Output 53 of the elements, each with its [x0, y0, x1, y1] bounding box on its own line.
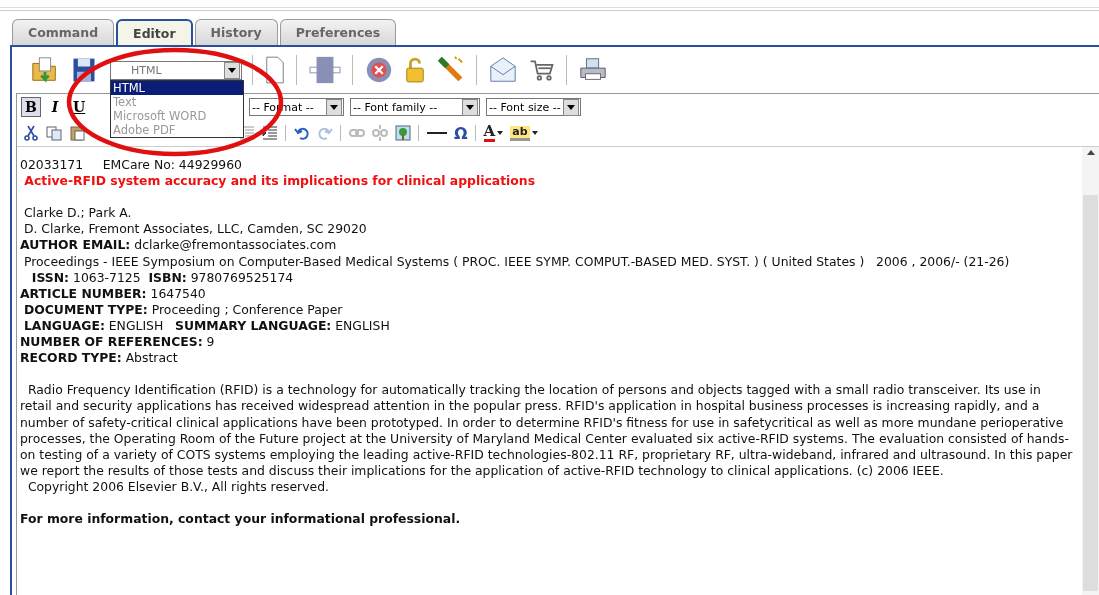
format-select[interactable]: -- Font family -- [350, 98, 480, 116]
caret-icon[interactable] [330, 104, 338, 110]
dropdown-button[interactable] [224, 61, 240, 79]
tab[interactable]: History [194, 19, 278, 45]
format-button[interactable]: U [69, 97, 89, 117]
record-text: DOCUMENT TYPE: Proceeding ; Conference Paper [22, 301, 344, 318]
scissors-icon[interactable] [23, 125, 39, 141]
mail-icon[interactable] [488, 55, 518, 85]
dropdown-button[interactable] [462, 98, 478, 116]
tab[interactable]: Editor [116, 19, 193, 45]
format-select[interactable]: -- Font size -- [486, 98, 581, 116]
record-text: Copyright 2006 Elsevier B.V., All rights reserved. [26, 478, 330, 495]
scroll-up-icon[interactable] [1086, 150, 1095, 155]
copy-icon[interactable] [46, 125, 62, 141]
record-text: NUMBER OF REFERENCES: 9 [20, 334, 216, 351]
record-text: Proceedings - IEEE Symposium on Computer-Based Medical Systems ( PROC. IEEE SYMP. COMPUT.-BASED MED. SYST. ) ( United States ) 2006 , 2006/- (21-26) [22, 253, 1011, 270]
document-type-select[interactable]: HTML [110, 60, 242, 80]
caret-icon[interactable] [531, 131, 538, 135]
indent-icon[interactable] [262, 125, 278, 141]
horizontal-rule-icon[interactable] [427, 131, 447, 135]
record-text: LANGUAGE: ENGLISH SUMMARY LANGUAGE: ENGLISH [22, 317, 391, 335]
record-text: 02033171 EMCare No: 44929960 [20, 157, 243, 174]
special-character-button[interactable]: Ω [454, 123, 468, 143]
paste-icon[interactable] [69, 125, 85, 141]
caret-icon[interactable] [228, 67, 236, 73]
record-text: D. Clarke, Fremont Associates, LLC, Camden, SC 29020 [22, 221, 368, 238]
record-text: ARTICLE NUMBER: 1647540 [20, 285, 207, 302]
image-icon[interactable] [395, 125, 411, 141]
tab[interactable]: Command [12, 19, 115, 45]
lock-icon[interactable] [404, 55, 426, 85]
format-button[interactable]: I [45, 97, 65, 117]
layout-icon[interactable] [308, 55, 342, 85]
record-text: ISSN: 1063-7125 ISBN: 9780769525174 [30, 269, 295, 286]
footer-note: For more information, contact your informational professional. [20, 511, 462, 528]
caret-icon[interactable] [567, 104, 575, 110]
record-text: Radio Frequency Identification (RFID) is a technology for automatically tracking the location of persons and objects tagged with a small radio transceiver. Its use in retail and security applications has received widespread attention in the popular press. RFID's application in hospital business processes is increasing rapidly, and a number of safety-critical clinical applications have been prototyped. In order to determine RFID's fitness for use in safetycritical as well as more mundane perioperative processes, the Operating Room of the Future project at the University of Maryland Medical Center evaluated six active-RFID systems. The evaluation consisted of hands-on testing of a variety of COTS systems employing the leading active-RFID technologies-802.11 RF, proprietary RF, ultra-wideband, infrared and ultrasound. In this paper we report the results of those tests and discuss their implications for the application of active-RFID technology to clinical applications. (c) 2006 IEEE. [20, 382, 1074, 479]
dropdown-button[interactable] [563, 98, 579, 116]
undo-icon[interactable] [294, 125, 310, 141]
tab[interactable]: Preferences [279, 19, 397, 45]
caret-icon[interactable] [497, 131, 504, 135]
record-text: RECORD TYPE: Abstract [20, 350, 179, 367]
format-button[interactable]: B [21, 97, 41, 117]
record-title: Active-RFID system accuracy and its implications for clinical applications [23, 173, 537, 190]
outdent-icon[interactable] [239, 125, 255, 141]
scrollbar[interactable] [1082, 147, 1099, 595]
record-text: AUTHOR EMAIL: dclarke@fremontassociates.com [20, 237, 338, 254]
font-color-button[interactable]: A [483, 124, 496, 142]
record-text: Clarke D.; Park A. [22, 205, 133, 222]
highlight-button[interactable]: ab [510, 125, 530, 141]
dropdown-option[interactable]: HTML [111, 80, 243, 95]
caret-icon[interactable] [466, 104, 474, 110]
cancel-icon[interactable] [364, 55, 394, 85]
dropdown-button[interactable] [326, 98, 342, 116]
